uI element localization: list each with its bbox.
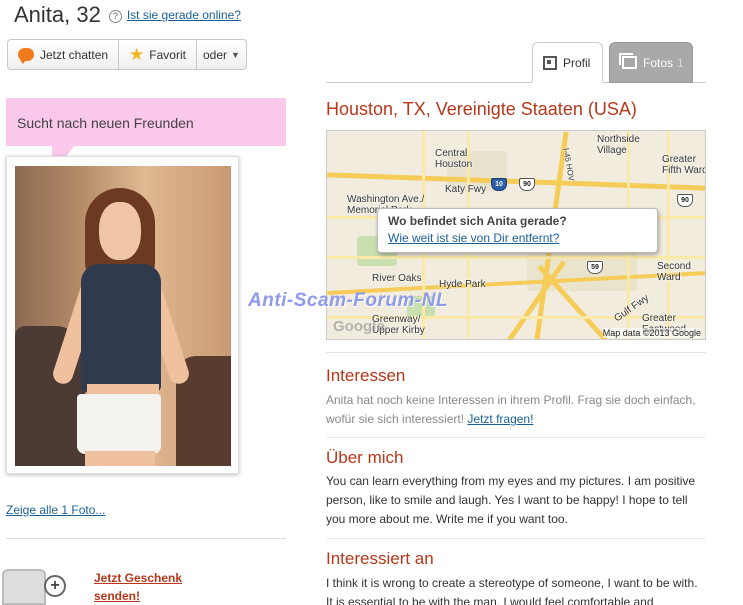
show-all-photos-link[interactable]: Zeige alle 1 Foto... [6, 503, 105, 517]
about-text: You can learn everything from my eyes an… [326, 474, 696, 526]
tab-fotos-count: 1 [677, 55, 684, 70]
send-gift-link-line2: senden! [94, 589, 141, 603]
status-bubble: Sucht nach neuen Freunden [6, 98, 286, 146]
interested-in-text: I think it is wrong to create a stereoty… [326, 576, 698, 605]
photos-icon [619, 53, 637, 69]
profile-document-icon [543, 55, 557, 70]
help-icon[interactable]: ? [108, 10, 122, 23]
chat-button[interactable]: Jetzt chatten [8, 40, 120, 69]
watermark-text: Anti-Scam-Forum-NL [248, 290, 449, 311]
ask-now-link[interactable]: Jetzt fragen! [467, 412, 533, 426]
interests-title: Interessen [326, 366, 406, 385]
section-divider [326, 352, 706, 353]
tab-fotos-label: Fotos [643, 55, 674, 70]
tab-fotos[interactable]: Fotos 1 [609, 42, 693, 83]
google-logo: Google [333, 318, 385, 335]
chat-bubble-icon [18, 48, 34, 64]
map-label-second-ward: Second Ward [657, 261, 691, 283]
section-divider [326, 437, 706, 438]
map-info-popup: Wo befindet sich Anita gerade? Wie weit … [377, 208, 658, 253]
map-label-northside: Northside Village [597, 134, 640, 156]
left-divider [6, 538, 286, 539]
action-button-group: Jetzt chatten ★ Favorit oder ▼ [7, 39, 247, 70]
distance-link[interactable]: Wie weit ist sie von Dir entfernt? [388, 231, 647, 245]
plus-icon: + [44, 575, 66, 597]
location-title: Houston, TX, Vereinigte Staaten (USA) [326, 99, 637, 119]
star-icon: ★ [129, 44, 145, 64]
interstate-10-shield: 10 [491, 178, 507, 191]
favorite-button[interactable]: ★ Favorit [119, 40, 197, 69]
us-59-shield: 59 [587, 261, 603, 274]
tab-profil-label: Profil [563, 55, 591, 70]
map-credit: Map data ©2013 Google [602, 328, 701, 338]
chevron-down-icon: ▼ [231, 49, 240, 60]
chat-button-label: Jetzt chatten [40, 47, 109, 62]
us-90-east-shield: 90 [677, 194, 693, 207]
more-dropdown-button[interactable]: oder ▼ [197, 40, 246, 69]
map-label-fifth-ward: Greater Fifth Ward [662, 154, 706, 176]
interests-body: Anita hat noch keine Interessen in ihrem… [326, 391, 706, 429]
map-label-katy-fwy: Katy Fwy [445, 184, 487, 195]
profile-photo-frame[interactable] [6, 156, 239, 474]
send-gift-link-line1: Jetzt Geschenk [94, 571, 183, 585]
map-popup-question: Wo befindet sich Anita gerade? [388, 214, 567, 228]
favorite-button-label: Favorit [149, 47, 186, 62]
interested-in-title: Interessiert an [326, 549, 434, 568]
map-label-central-houston: Central Houston [435, 148, 473, 170]
gift-cup-icon [2, 569, 46, 605]
us-90-shield: 90 [519, 178, 535, 191]
profile-name-age: Anita, 32 [14, 2, 101, 27]
gift-icon[interactable]: + [0, 563, 70, 605]
online-status-link[interactable]: Ist sie gerade online? [127, 8, 241, 22]
map-label-river-oaks: River Oaks [372, 273, 422, 284]
send-gift-link[interactable]: Jetzt Geschenk senden! [94, 569, 182, 605]
map-label-hyde-park: Hyde Park [439, 279, 486, 290]
profile-header: Anita, 32 ? Ist sie gerade online? [14, 2, 241, 28]
more-button-label: oder [202, 47, 228, 62]
profile-photo[interactable] [15, 166, 231, 466]
about-title: Über mich [326, 448, 404, 467]
section-divider [326, 538, 706, 539]
tab-profil[interactable]: Profil [532, 42, 603, 83]
